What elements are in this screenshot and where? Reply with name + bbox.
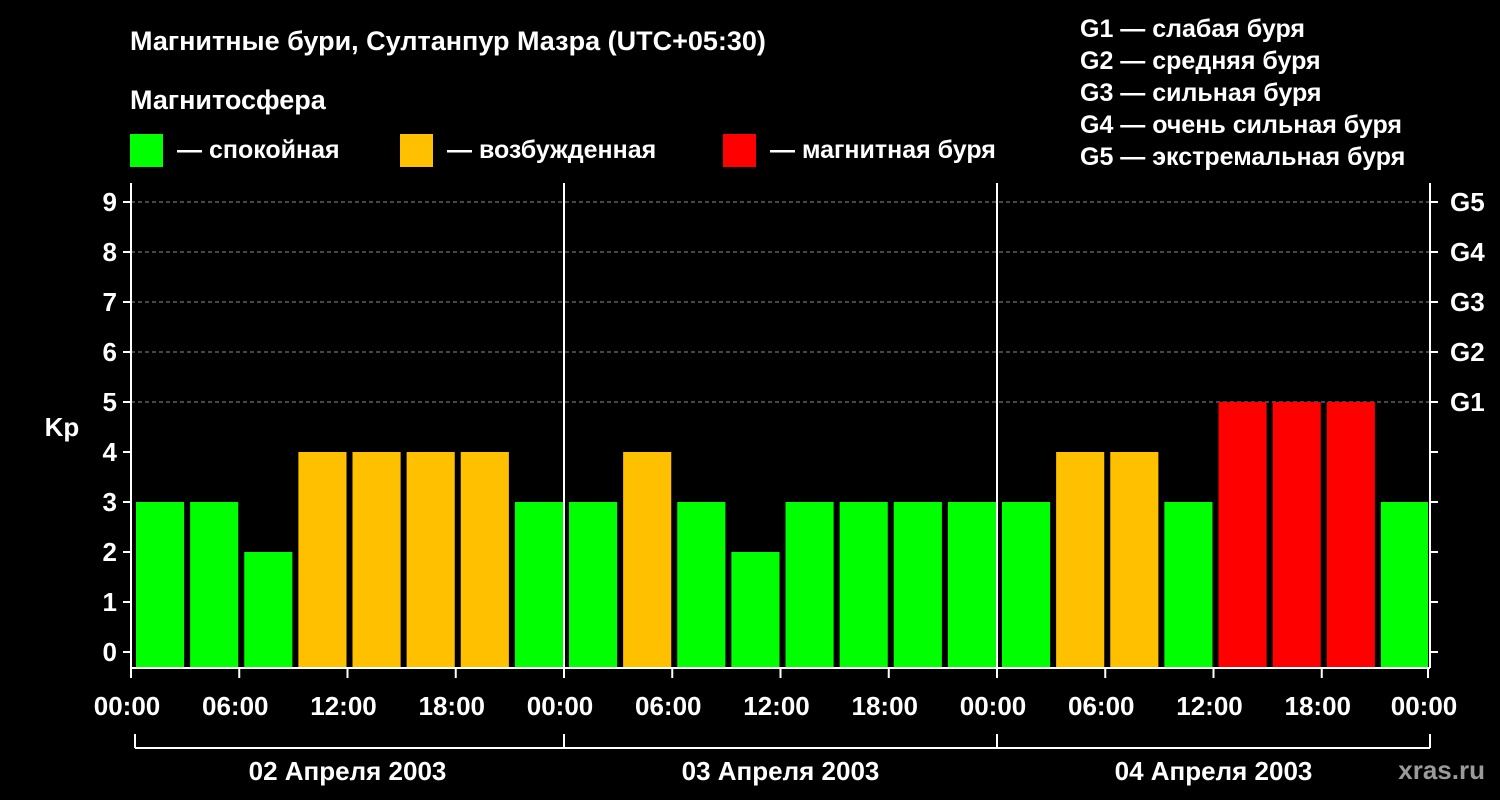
kp-bar: [1002, 502, 1051, 668]
y-tick-label: 0: [103, 637, 117, 667]
g-scale-g5: G5 — экстремальная буря: [1080, 143, 1405, 171]
kp-bar: [244, 552, 293, 668]
y-tick-label: 2: [103, 537, 117, 567]
kp-bar: [785, 502, 834, 668]
y-tick-label: 7: [103, 287, 117, 317]
legend-label-storm: — магнитная буря: [770, 136, 996, 164]
kp-bar: [460, 452, 509, 668]
x-tick-label: 18:00: [852, 691, 919, 721]
kp-bar: [406, 452, 455, 668]
kp-bar: [1272, 402, 1321, 668]
watermark: xras.ru: [1398, 755, 1485, 785]
y-tick-label: 3: [103, 487, 117, 517]
legend-label-disturbed: — возбужденная: [447, 136, 656, 164]
kp-bar: [136, 502, 185, 668]
g-scale-g3: G3 — сильная буря: [1080, 79, 1322, 107]
kp-bar: [1110, 452, 1159, 668]
kp-bar: [298, 452, 347, 668]
g-level-label: G3: [1450, 287, 1485, 317]
y-axis-label: Kp: [45, 412, 80, 442]
kp-bar: [893, 502, 942, 668]
kp-bar: [514, 502, 563, 668]
kp-bar: [947, 502, 996, 668]
date-label: 02 Апреля 2003: [249, 756, 447, 786]
g-level-label: G2: [1450, 337, 1485, 367]
kp-chart: Магнитные бури, Султанпур Мазра (UTC+05:…: [45, 15, 1486, 786]
x-tick-label: 06:00: [635, 691, 702, 721]
g-level-label: G4: [1450, 237, 1485, 267]
x-tick-label: 00:00: [94, 691, 161, 721]
kp-bar: [623, 452, 672, 668]
legend-swatch-storm: [723, 134, 756, 167]
y-tick-label: 5: [103, 387, 117, 417]
legend-heading: Магнитосфера: [130, 85, 327, 115]
x-tick-label: 12:00: [310, 691, 377, 721]
x-tick-label: 06:00: [1068, 691, 1135, 721]
date-label: 04 Апреля 2003: [1115, 756, 1313, 786]
kp-bar: [190, 502, 239, 668]
g-level-label: G5: [1450, 187, 1485, 217]
legend-swatch-calm: [130, 134, 163, 167]
x-tick-label: 12:00: [743, 691, 810, 721]
x-tick-label: 12:00: [1176, 691, 1243, 721]
kp-bar: [1326, 402, 1375, 668]
x-tick-label: 06:00: [202, 691, 269, 721]
x-tick-label: 00:00: [527, 691, 594, 721]
grid-lines: [131, 201, 1430, 403]
x-tick-label: 00:00: [1391, 691, 1458, 721]
date-label: 03 Апреля 2003: [682, 756, 880, 786]
legend-label-calm: — спокойная: [177, 136, 340, 164]
kp-bar: [677, 502, 726, 668]
g-scale-g4: G4 — очень сильная буря: [1080, 111, 1402, 139]
g-scale-g1: G1 — слабая буря: [1080, 15, 1305, 43]
kp-bar: [1218, 402, 1267, 668]
y-tick-label: 4: [103, 437, 118, 467]
kp-bar: [1056, 452, 1105, 668]
y-tick-label: 1: [103, 587, 117, 617]
chart-title: Магнитные бури, Султанпур Мазра (UTC+05:…: [130, 26, 766, 56]
x-tick-label: 18:00: [419, 691, 486, 721]
kp-bar: [839, 502, 888, 668]
x-tick-label: 00:00: [960, 691, 1027, 721]
g-level-label: G1: [1450, 387, 1485, 417]
y-tick-label: 6: [103, 337, 117, 367]
kp-bar: [1380, 502, 1428, 668]
kp-bar: [1164, 502, 1213, 668]
g-scale-g2: G2 — средняя буря: [1080, 47, 1321, 75]
kp-bar: [731, 552, 780, 668]
y-tick-label: 8: [103, 237, 117, 267]
y-tick-label: 9: [103, 187, 117, 217]
kp-bar: [569, 502, 618, 668]
bars: [136, 402, 1428, 668]
x-tick-label: 18:00: [1285, 691, 1352, 721]
kp-bar: [352, 452, 401, 668]
legend-swatch-disturbed: [400, 134, 433, 167]
